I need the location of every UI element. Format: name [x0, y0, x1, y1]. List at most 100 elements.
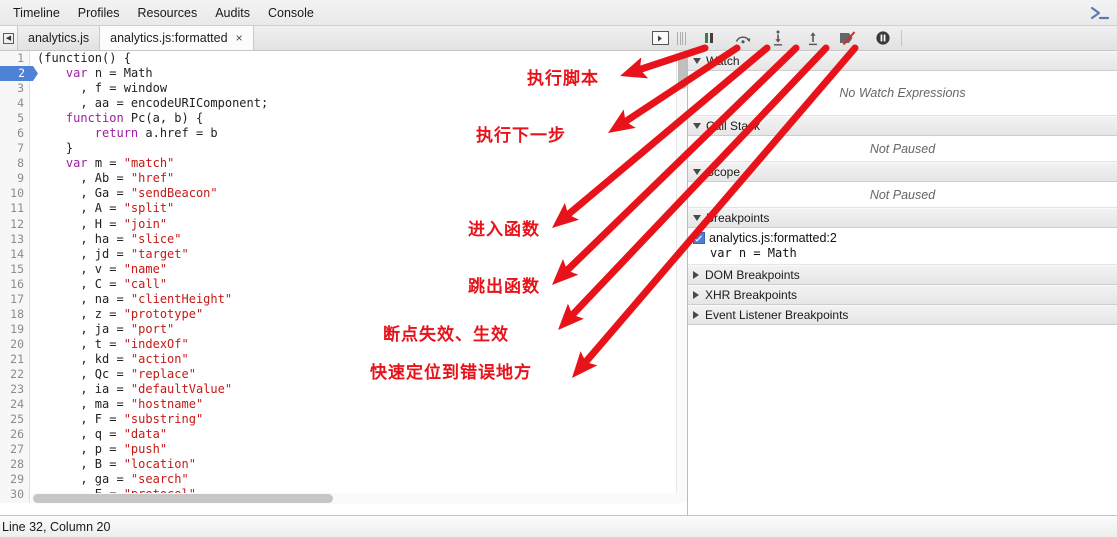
line-number[interactable]: 27	[0, 442, 30, 458]
code-line[interactable]: 18 , z = "prototype"	[0, 306, 268, 322]
chevron-right-icon[interactable]	[693, 271, 699, 279]
menu-item-profiles[interactable]: Profiles	[69, 4, 129, 22]
code-line[interactable]: 11 , A = "split"	[0, 201, 268, 217]
line-number[interactable]: 14	[0, 246, 30, 262]
breakpoint-marker[interactable]	[30, 66, 38, 82]
sidebar-section-xhr-breakpoints[interactable]: XHR Breakpoints	[688, 285, 1117, 305]
code-line[interactable]: 15 , v = "name"	[0, 261, 268, 277]
code-line[interactable]: 9 , Ab = "href"	[0, 171, 268, 187]
code-line[interactable]: 3 , f = window	[0, 81, 268, 97]
step-out-button[interactable]	[802, 27, 824, 49]
line-number[interactable]: 9	[0, 171, 30, 187]
code-line[interactable]: 17 , na = "clientHeight"	[0, 291, 268, 307]
console-prompt-icon[interactable]	[1085, 2, 1115, 24]
code-line[interactable]: 14 , jd = "target"	[0, 246, 268, 262]
code-line[interactable]: 6 return a.href = b	[0, 126, 268, 142]
line-number[interactable]: 26	[0, 427, 30, 443]
code-scroll-area[interactable]: 1 (function() {2 var n = Math 3 , f = wind…	[0, 51, 687, 503]
chevron-right-icon[interactable]	[693, 291, 699, 299]
line-number[interactable]: 1	[0, 51, 30, 67]
code-line[interactable]: 7 }	[0, 141, 268, 157]
line-number[interactable]: 12	[0, 216, 30, 232]
line-number[interactable]: 16	[0, 276, 30, 292]
menu-item-timeline[interactable]: Timeline	[4, 4, 69, 22]
chevron-right-icon[interactable]	[693, 311, 699, 319]
line-number[interactable]: 18	[0, 306, 30, 322]
source-editor[interactable]: 1 (function() {2 var n = Math 3 , f = wind…	[0, 51, 688, 515]
sidebar-section-dom-breakpoints[interactable]: DOM Breakpoints	[688, 265, 1117, 285]
breakpoint-checkbox[interactable]	[693, 232, 705, 244]
code-line[interactable]: 10 , Ga = "sendBeacon"	[0, 186, 268, 202]
code-line[interactable]: 20 , t = "indexOf"	[0, 336, 268, 352]
chevron-down-icon[interactable]	[693, 215, 701, 221]
code-line[interactable]: 21 , kd = "action"	[0, 351, 268, 367]
sidebar-section-event-listener-breakpoints[interactable]: Event Listener Breakpoints	[688, 305, 1117, 325]
line-number[interactable]: 5	[0, 111, 30, 127]
code-line[interactable]: 5 function Pc(a, b) {	[0, 111, 268, 127]
line-number[interactable]: 28	[0, 457, 30, 473]
breakpoint-list-item[interactable]: analytics.js:formatted:2 var n = Math	[688, 228, 1117, 265]
line-number[interactable]: 10	[0, 186, 30, 202]
sidebar-section-call-stack[interactable]: Call Stack	[688, 116, 1117, 136]
code-line[interactable]: 28 , B = "location"	[0, 457, 268, 473]
code-line[interactable]: 1 (function() {	[0, 51, 268, 67]
deactivate-breakpoints-button[interactable]	[837, 27, 859, 49]
sidebar-section-watch[interactable]: Watch	[688, 51, 1117, 71]
editor-horizontal-scrollbar[interactable]	[31, 493, 681, 504]
line-number[interactable]: 20	[0, 336, 30, 352]
line-number[interactable]: 17	[0, 291, 30, 307]
line-number[interactable]: 11	[0, 201, 30, 217]
code-line[interactable]: 2 var n = Math	[0, 66, 268, 82]
code-line[interactable]: 13 , ha = "slice"	[0, 231, 268, 247]
editor-vertical-scroll-thumb[interactable]	[678, 53, 687, 89]
line-number[interactable]: 6	[0, 126, 30, 142]
code-line[interactable]: 8 var m = "match"	[0, 156, 268, 172]
menu-item-resources[interactable]: Resources	[128, 4, 206, 22]
code-line[interactable]: 12 , H = "join"	[0, 216, 268, 232]
line-number[interactable]: 22	[0, 366, 30, 383]
line-number[interactable]: 7	[0, 141, 30, 157]
editor-horizontal-scroll-thumb[interactable]	[33, 494, 333, 503]
line-number[interactable]: 15	[0, 261, 30, 277]
line-number[interactable]: 8	[0, 156, 30, 172]
menu-item-console[interactable]: Console	[259, 4, 323, 22]
editor-tab[interactable]: analytics.js:formatted ×	[100, 26, 254, 50]
code-line[interactable]: 27 , p = "push"	[0, 442, 268, 458]
step-over-button[interactable]	[732, 27, 754, 49]
code-line[interactable]: 26 , q = "data"	[0, 427, 268, 443]
code-line[interactable]: 24 , ma = "hostname"	[0, 397, 268, 413]
toolbar-drag-handle[interactable]	[677, 31, 686, 45]
editor-tab[interactable]: analytics.js	[18, 26, 101, 50]
resume-script-button[interactable]	[698, 27, 720, 49]
nav-back-icon[interactable]: ◀	[0, 26, 18, 50]
code-content[interactable]: 1 (function() {2 var n = Math 3 , f = wind…	[0, 51, 268, 503]
code-line[interactable]: 16 , C = "call"	[0, 276, 268, 292]
menu-item-audits[interactable]: Audits	[206, 4, 259, 22]
step-into-button[interactable]	[767, 27, 789, 49]
show-navigator-button[interactable]	[649, 27, 671, 49]
line-number[interactable]: 19	[0, 321, 30, 337]
code-line[interactable]: 29 , ga = "search"	[0, 472, 268, 488]
line-number[interactable]: 3	[0, 81, 30, 97]
line-number[interactable]: 2	[0, 66, 30, 82]
chevron-down-icon[interactable]	[693, 169, 701, 175]
pause-on-exceptions-button[interactable]	[872, 27, 894, 49]
chevron-down-icon[interactable]	[693, 123, 701, 129]
line-number[interactable]: 31	[0, 502, 30, 503]
code-line[interactable]: 22 , Qc = "replace"	[0, 366, 268, 383]
sidebar-section-scope[interactable]: Scope	[688, 162, 1117, 182]
chevron-down-icon[interactable]	[693, 58, 701, 64]
line-number[interactable]: 24	[0, 397, 30, 413]
line-number[interactable]: 4	[0, 96, 30, 112]
code-line[interactable]: 25 , F = "substring"	[0, 412, 268, 428]
code-line[interactable]: 19 , ja = "port"	[0, 321, 268, 337]
line-number[interactable]: 21	[0, 351, 30, 367]
editor-vertical-scrollbar[interactable]	[676, 51, 687, 503]
code-line[interactable]: 4 , aa = encodeURIComponent;	[0, 96, 268, 112]
close-icon[interactable]: ×	[236, 31, 243, 45]
line-number[interactable]: 25	[0, 412, 30, 428]
line-number[interactable]: 29	[0, 472, 30, 488]
sidebar-section-breakpoints[interactable]: Breakpoints	[688, 208, 1117, 228]
line-number[interactable]: 13	[0, 231, 30, 247]
line-number[interactable]: 23	[0, 382, 30, 398]
